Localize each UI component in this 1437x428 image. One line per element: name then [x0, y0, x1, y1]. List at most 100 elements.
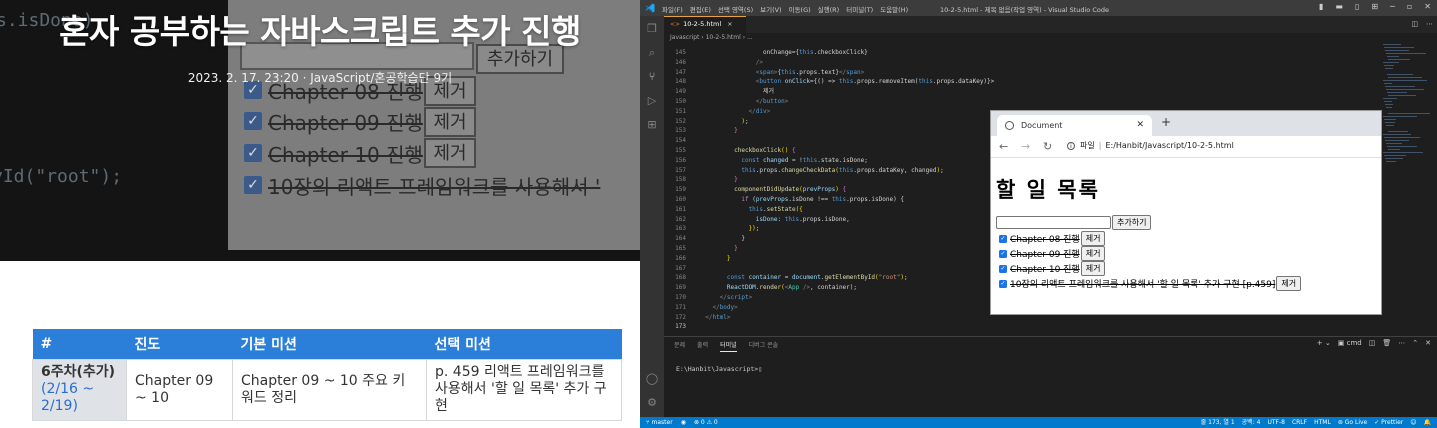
problems-indicator[interactable]: ⊗ 0 ⚠ 0	[694, 417, 718, 428]
forward-icon[interactable]: →	[1021, 140, 1030, 153]
encoding[interactable]: UTF-8	[1267, 417, 1285, 428]
hero-code-fragment: yId("root");	[0, 166, 123, 187]
line-number: 162	[675, 215, 686, 223]
terminal-output[interactable]: E:\Hanbit\Javascript>▯	[676, 365, 762, 373]
menu-help[interactable]: 도움말(H)	[880, 4, 908, 14]
code-text: checkboxClick() {	[698, 146, 795, 155]
add-button[interactable]: 추가하기	[1112, 215, 1152, 230]
tab-terminal[interactable]: 터미널	[720, 340, 737, 352]
todo-checkbox[interactable]: ✓	[999, 249, 1007, 258]
code-token: html	[712, 313, 727, 321]
tab-problems[interactable]: 문제	[674, 340, 685, 352]
code-token: document	[791, 274, 821, 282]
maximize-icon[interactable]: ▫	[1407, 2, 1412, 11]
code-token: ;	[903, 274, 908, 282]
cursor-position[interactable]: 줄 173, 열 1	[1201, 417, 1235, 428]
code-token: button	[759, 78, 782, 86]
minimap-line	[1386, 161, 1396, 162]
terminal-shell-icon[interactable]: ▣ cmd	[1338, 339, 1362, 347]
todo-checkbox[interactable]: ✓	[999, 234, 1007, 243]
menu-terminal[interactable]: 터미널(T)	[846, 4, 873, 14]
new-terminal-icon[interactable]: + ⌄	[1317, 339, 1331, 347]
browser-tab-document[interactable]: Document ✕	[997, 115, 1152, 136]
maximize-panel-icon[interactable]: ⌃	[1412, 339, 1418, 347]
code-token: ;	[940, 166, 944, 174]
code-token: div	[755, 107, 767, 115]
language-mode[interactable]: HTML	[1314, 417, 1331, 428]
new-tab-icon[interactable]: +	[1161, 115, 1171, 129]
code-token: prevProps	[802, 186, 836, 194]
back-icon[interactable]: ←	[999, 140, 1008, 153]
kill-terminal-icon[interactable]: 🗑	[1382, 339, 1391, 347]
tab-output[interactable]: 출력	[697, 340, 708, 352]
close-panel-icon[interactable]: ✕	[1425, 339, 1431, 347]
code-token: }	[698, 254, 731, 262]
split-editor-icon[interactable]: ◫	[1411, 20, 1418, 28]
settings-gear-icon[interactable]: ⚙	[645, 396, 659, 410]
minimize-icon[interactable]: ─	[1390, 2, 1395, 11]
url-path: E:/Hanbit/Javascript/10-2-5.html	[1105, 141, 1234, 150]
remove-button[interactable]: 제거	[1080, 261, 1106, 276]
source-control-icon[interactable]: ⑂	[645, 70, 659, 84]
remove-button[interactable]: 제거	[1080, 246, 1106, 261]
close-icon[interactable]: ✕	[1424, 2, 1431, 11]
branch-indicator[interactable]: ⑂ master	[646, 417, 673, 428]
blog-post: s.isDone) yId("root"); 추가하기 ✓ Chapter 08…	[0, 0, 640, 428]
code-line[interactable]: 145 onChange={this.checkboxClick}	[664, 48, 1364, 57]
minimap-line	[1384, 101, 1392, 102]
account-icon[interactable]: ◯	[645, 372, 659, 386]
menu-view[interactable]: 보기(V)	[760, 4, 781, 14]
todo-checkbox[interactable]: ✓	[999, 264, 1007, 273]
more-actions-icon[interactable]: ⋯	[1426, 20, 1433, 28]
search-icon[interactable]: ⌕	[645, 46, 659, 60]
layout-custom-icon[interactable]: ⊞	[1371, 2, 1378, 11]
sync-icon[interactable]: ◉	[681, 417, 686, 428]
indentation[interactable]: 공백: 4	[1242, 417, 1261, 428]
line-number: 161	[675, 205, 686, 213]
go-live-button[interactable]: ⊚ Go Live	[1338, 417, 1367, 428]
checkbox-icon: ✓	[244, 112, 262, 130]
minimap[interactable]	[1383, 44, 1433, 174]
tab-debug-console[interactable]: 디버그 콘솔	[749, 340, 779, 352]
code-line[interactable]: 149 제거	[664, 87, 1364, 96]
code-token: </	[698, 313, 713, 321]
code-line[interactable]: 146 />	[664, 58, 1364, 67]
explorer-icon[interactable]: ❐	[645, 22, 659, 36]
todo-input[interactable]	[996, 216, 1111, 229]
code-line[interactable]: 150 </button>	[664, 97, 1364, 106]
split-terminal-icon[interactable]: ◫	[1369, 339, 1376, 347]
notifications-icon[interactable]: 🔔	[1424, 417, 1431, 428]
breadcrumb[interactable]: Javascript › 10-2-5.html › ...	[670, 34, 753, 41]
feedback-icon[interactable]: ☺	[1410, 417, 1416, 428]
browser-tab-title: Document	[1021, 121, 1063, 130]
tab-close-icon[interactable]: ×	[727, 20, 732, 28]
reload-icon[interactable]: ↻	[1043, 140, 1052, 153]
menu-file[interactable]: 파일(F)	[662, 4, 683, 14]
window-controls: ▮ ▬ ▯ ⊞ ─ ▫ ✕	[1319, 2, 1431, 11]
code-token: "root"	[878, 274, 901, 282]
menu-selection[interactable]: 선택 영역(S)	[718, 4, 753, 14]
remove-button[interactable]: 제거	[1276, 276, 1302, 291]
minimap-line	[1386, 107, 1392, 108]
tab-10-2-5-html[interactable]: <> 10-2-5.html ×	[664, 16, 746, 33]
remove-button[interactable]: 제거	[1080, 231, 1106, 246]
close-tab-icon[interactable]: ✕	[1136, 115, 1144, 136]
menu-edit[interactable]: 편집(E)	[690, 4, 711, 14]
code-line[interactable]: 148 <button onClick={() => this.props.re…	[664, 77, 1364, 86]
address-bar[interactable]: i 파일 | E:/Hanbit/Javascript/10-2-5.html	[1067, 140, 1234, 152]
menu-go[interactable]: 이동(G)	[789, 4, 811, 14]
run-debug-icon[interactable]: ▷	[645, 94, 659, 108]
minimap-line	[1387, 56, 1399, 57]
todo-checkbox[interactable]: ✓	[999, 279, 1007, 288]
more-panel-icon[interactable]: ⋯	[1398, 339, 1405, 347]
code-line[interactable]: 173	[664, 322, 1364, 331]
layout-sidebar-icon[interactable]: ▮	[1319, 2, 1323, 11]
menu-run[interactable]: 실행(R)	[818, 4, 840, 14]
minimap-line	[1383, 134, 1411, 135]
end-of-line[interactable]: CRLF	[1292, 417, 1307, 428]
extensions-icon[interactable]: ⊞	[645, 118, 659, 132]
prettier-status[interactable]: ✓ Prettier	[1374, 417, 1403, 428]
code-line[interactable]: 147 <span>{this.props.text}</span>	[664, 68, 1364, 77]
layout-secondary-icon[interactable]: ▯	[1355, 2, 1359, 11]
layout-panel-icon[interactable]: ▬	[1335, 2, 1343, 11]
